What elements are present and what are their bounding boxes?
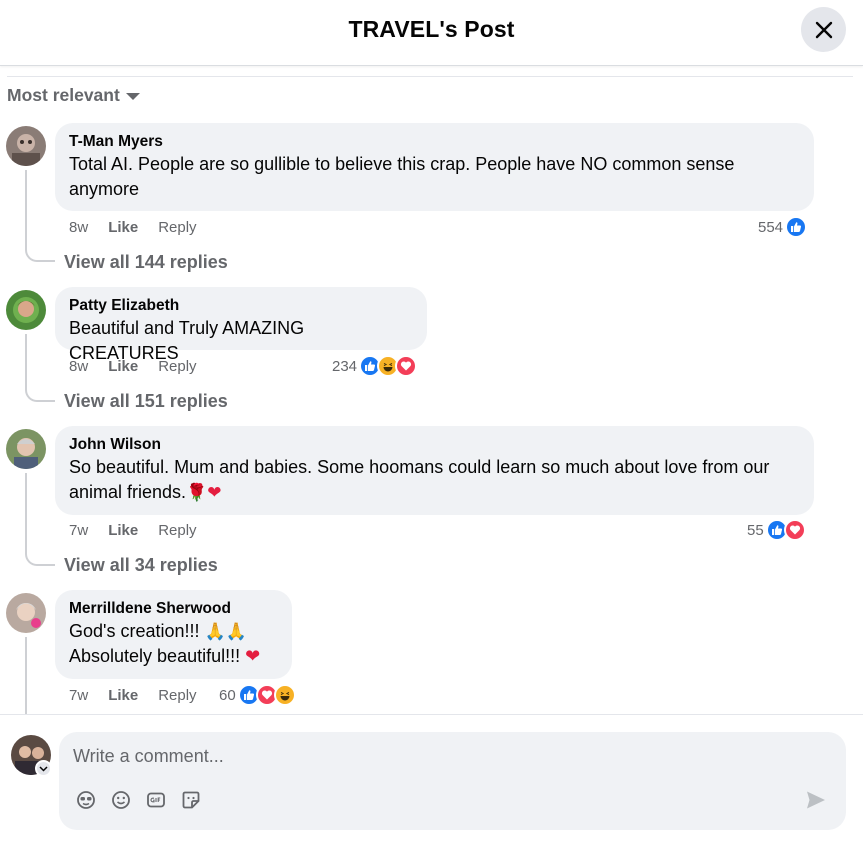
view-replies-link[interactable]: View all 151 replies	[64, 391, 228, 412]
reaction-count: 60	[219, 686, 236, 704]
comment-actions: 7w Like Reply	[69, 687, 197, 704]
sort-dropdown[interactable]: Most relevant	[7, 85, 140, 106]
thread-line	[25, 473, 27, 554]
comment-text: Total AI. People are so gullible to beli…	[69, 154, 735, 199]
comment-time[interactable]: 8w	[69, 358, 88, 375]
close-icon	[815, 21, 832, 38]
comment-actions: 8w Like Reply	[69, 219, 197, 236]
praying-hands-emoji: 🙏🙏	[204, 622, 247, 641]
thread-hook	[25, 388, 55, 402]
comment-text-body: God's creation!!!	[69, 621, 200, 641]
like-reaction-icon	[785, 216, 808, 238]
dialog-title: TRAVEL's Post	[348, 16, 515, 42]
comment-time[interactable]: 7w	[69, 522, 88, 539]
rose-heart-emoji: 🌹❤	[186, 483, 222, 502]
caret-down-icon	[125, 93, 140, 100]
comment-author[interactable]: Merrilldene Sherwood	[69, 599, 278, 619]
like-button[interactable]: Like	[108, 358, 138, 375]
like-button[interactable]: Like	[108, 219, 138, 236]
emoji-icon	[112, 791, 130, 809]
emoji-button[interactable]	[110, 789, 132, 811]
comment-actions: 8w Like Reply	[69, 358, 197, 375]
reaction-count: 55	[747, 521, 764, 539]
comment-bubble: T-Man Myers Total AI. People are so gull…	[55, 123, 814, 211]
gif-icon	[147, 792, 165, 808]
avatar[interactable]	[6, 429, 46, 469]
like-button[interactable]: Like	[108, 687, 138, 704]
comment-input[interactable]	[73, 742, 773, 770]
comment-bubble: Merrilldene Sherwood God's creation!!! 🙏…	[55, 590, 292, 679]
thread-hook	[25, 552, 55, 566]
avatar[interactable]	[6, 126, 46, 166]
reaction-summary[interactable]: 554	[758, 216, 808, 238]
reply-button[interactable]: Reply	[158, 522, 196, 539]
thread-line	[25, 637, 27, 714]
reaction-summary[interactable]: 234	[332, 355, 418, 377]
avatar[interactable]	[6, 290, 46, 330]
comment-composer	[59, 732, 846, 830]
gif-button[interactable]	[145, 789, 167, 811]
comment-text-body: So beautiful. Mum and babies. Some hooma…	[69, 457, 770, 502]
reaction-summary[interactable]: 60	[219, 684, 296, 706]
reaction-count: 234	[332, 357, 358, 375]
heart-emoji: ❤	[245, 646, 261, 666]
love-reaction-icon	[395, 355, 418, 377]
thread-line	[25, 334, 27, 390]
comment-text-body: Absolutely beautiful!!!	[69, 646, 241, 666]
comment-actions: 7w Like Reply	[69, 522, 197, 539]
sticker-icon	[182, 791, 200, 809]
sticker-button[interactable]	[180, 789, 202, 811]
send-icon	[807, 791, 825, 809]
profile-switch-chevron-icon[interactable]	[35, 760, 52, 777]
like-button[interactable]: Like	[108, 522, 138, 539]
comment-author[interactable]: Patty Elizabeth	[69, 296, 413, 316]
thread-line	[25, 170, 27, 250]
reply-button[interactable]: Reply	[158, 219, 196, 236]
comment-bubble: Patty Elizabeth Beautiful and Truly AMAZ…	[55, 287, 427, 363]
thread-hook	[25, 248, 55, 262]
send-button[interactable]	[804, 788, 828, 812]
reaction-count: 554	[758, 218, 784, 236]
comment-text-line-1: God's creation!!! 🙏🙏	[69, 619, 278, 644]
avatar-sticker-icon	[77, 791, 95, 809]
comment-time[interactable]: 7w	[69, 687, 88, 704]
avatar[interactable]	[6, 593, 46, 633]
comment-author[interactable]: T-Man Myers	[69, 132, 800, 152]
avatar-sticker-button[interactable]	[75, 789, 97, 811]
comment-text: So beautiful. Mum and babies. Some hooma…	[69, 455, 800, 505]
sort-label: Most relevant	[7, 85, 120, 105]
reply-button[interactable]: Reply	[158, 358, 196, 375]
view-replies-link[interactable]: View all 34 replies	[64, 555, 218, 576]
reply-button[interactable]: Reply	[158, 687, 196, 704]
composer-divider	[0, 714, 863, 715]
love-reaction-icon	[783, 519, 806, 541]
comment-time[interactable]: 8w	[69, 219, 88, 236]
close-button[interactable]	[801, 7, 846, 52]
haha-reaction-icon	[273, 684, 296, 706]
comment-bubble: John Wilson So beautiful. Mum and babies…	[55, 426, 814, 515]
comment-author[interactable]: John Wilson	[69, 435, 800, 455]
divider	[7, 76, 853, 77]
reaction-summary[interactable]: 55	[747, 519, 806, 541]
dialog-header: TRAVEL's Post	[0, 0, 863, 66]
comment-text-line-2: Absolutely beautiful!!! ❤	[69, 644, 278, 669]
view-replies-link[interactable]: View all 144 replies	[64, 252, 228, 273]
